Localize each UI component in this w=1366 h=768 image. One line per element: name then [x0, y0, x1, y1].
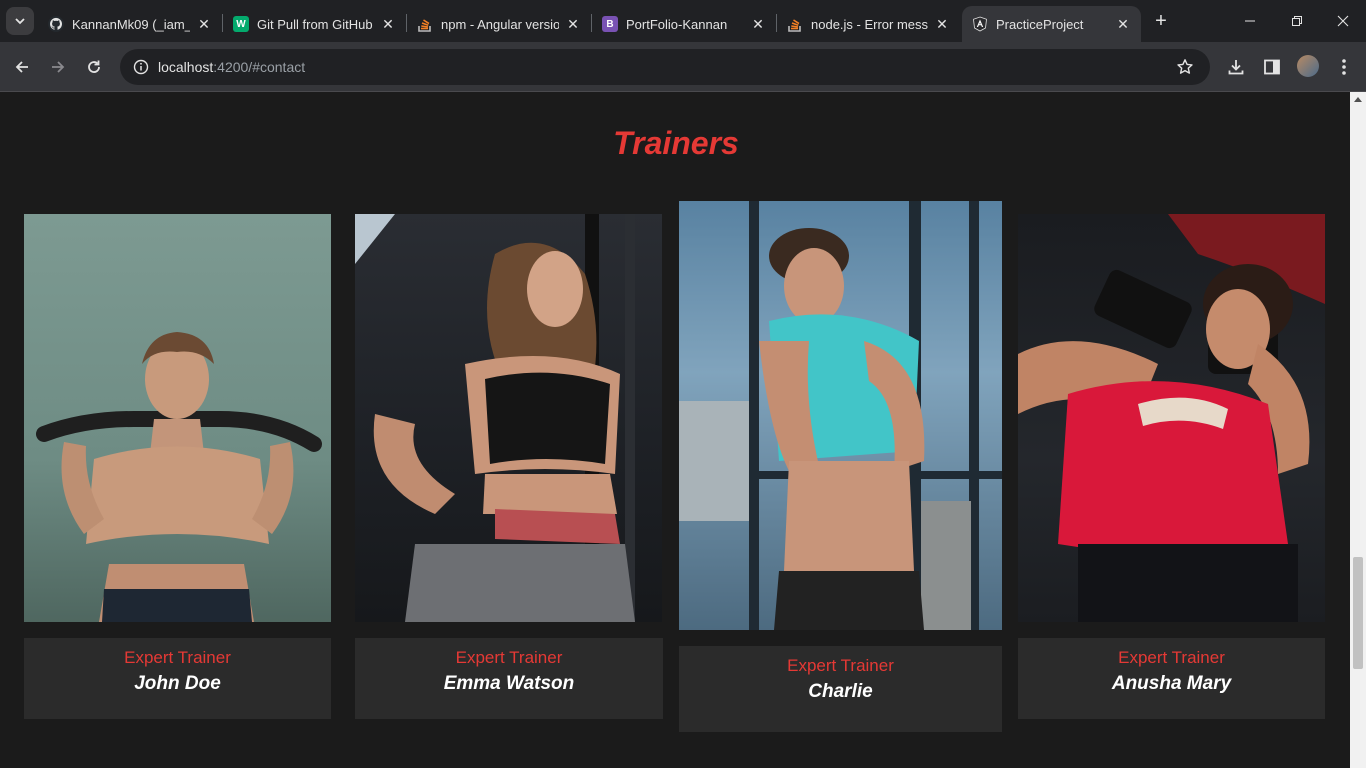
- stackoverflow-icon: [417, 16, 433, 32]
- tab-w3schools[interactable]: W Git Pull from GitHub ✕: [223, 6, 406, 42]
- bookmark-star-icon[interactable]: [1174, 56, 1196, 78]
- trainer-photo-art: [36, 332, 322, 622]
- new-tab-button[interactable]: +: [1150, 10, 1172, 32]
- trainer-card-info: Expert Trainer Anusha Mary: [1018, 638, 1325, 719]
- trainer-photo-art: [1018, 214, 1325, 622]
- side-panel-icon[interactable]: [1260, 55, 1284, 79]
- tab-title: KannanMk09 (_iam_m: [72, 16, 190, 32]
- trainer-role: Expert Trainer: [1118, 648, 1225, 667]
- tab-title: PortFolio-Kannan: [626, 16, 728, 32]
- download-icon[interactable]: [1224, 55, 1248, 79]
- scrollbar-thumb[interactable]: [1353, 557, 1363, 669]
- tab-stackoverflow-node[interactable]: node.js - Error messa ✕: [777, 6, 960, 42]
- reload-icon: [88, 60, 100, 73]
- trainer-photo: [1018, 214, 1325, 622]
- trainer-role: Expert Trainer: [455, 648, 563, 667]
- back-button[interactable]: [8, 53, 36, 81]
- trainer-photo: [679, 201, 1002, 630]
- arrow-left-icon: [15, 61, 28, 73]
- close-icon[interactable]: ✕: [380, 16, 396, 32]
- close-icon[interactable]: ✕: [565, 16, 581, 32]
- url-path: :4200/#contact: [213, 59, 306, 75]
- trainer-name: Anusha Mary: [1111, 673, 1232, 694]
- reload-button[interactable]: [80, 53, 108, 81]
- close-icon[interactable]: ✕: [1115, 16, 1131, 32]
- close-icon: [1337, 15, 1349, 27]
- tab-title: Git Pull from GitHub: [257, 16, 373, 32]
- tab-practiceproject[interactable]: PracticeProject ✕: [962, 6, 1141, 42]
- tab-search-button[interactable]: [6, 7, 34, 35]
- stackoverflow-icon: [787, 16, 803, 32]
- trainer-card-info: Expert Trainer Emma Watson: [355, 638, 663, 719]
- restore-button[interactable]: [1285, 9, 1309, 33]
- trainer-role: Expert Trainer: [787, 656, 894, 675]
- scroll-up-arrow-icon[interactable]: [1354, 97, 1362, 102]
- more-menu-icon[interactable]: [1332, 55, 1356, 79]
- github-icon: [48, 16, 64, 32]
- site-info-icon[interactable]: [130, 56, 152, 78]
- tab-title: npm - Angular version: [441, 16, 559, 32]
- url-text[interactable]: localhost:4200/#contact: [158, 59, 305, 75]
- trainer-card-info: Expert Trainer John Doe: [24, 638, 331, 719]
- minimize-icon: [1245, 20, 1255, 22]
- trainer-photo-art: [679, 201, 1002, 630]
- tab-strip: KannanMk09 (_iam_m ✕ W Git Pull from Git…: [0, 0, 1366, 42]
- trainer-card-info: Expert Trainer Charlie: [679, 646, 1002, 732]
- tab-title: PracticeProject: [996, 16, 1084, 32]
- tab-title: node.js - Error messa: [811, 16, 928, 32]
- close-icon[interactable]: ✕: [196, 16, 212, 32]
- trainer-role: Expert Trainer: [124, 648, 231, 667]
- chevron-down-icon: [15, 18, 25, 25]
- close-icon[interactable]: ✕: [934, 16, 950, 32]
- trainer-name: John Doe: [134, 673, 221, 694]
- trainer-photo: [355, 214, 662, 622]
- profile-avatar[interactable]: [1297, 55, 1319, 77]
- close-icon[interactable]: ✕: [750, 16, 766, 32]
- browser-toolbar: localhost:4200/#contact: [0, 42, 1366, 92]
- trainers-section: Trainers Expert Trainer John Doe Expert …: [0, 92, 1350, 768]
- trainer-name: Charlie: [808, 681, 873, 702]
- section-title: Trainers: [613, 125, 739, 161]
- close-window-button[interactable]: [1331, 9, 1355, 33]
- tab-github[interactable]: KannanMk09 (_iam_m ✕: [38, 6, 222, 42]
- bootstrap-icon: B: [602, 16, 618, 32]
- trainer-photo-art: [355, 214, 635, 622]
- url-host: localhost: [158, 59, 214, 75]
- restore-icon: [1292, 16, 1302, 26]
- minimize-button[interactable]: [1238, 9, 1262, 33]
- arrow-right-icon: [52, 61, 65, 73]
- w3schools-icon: W: [233, 16, 249, 32]
- forward-button[interactable]: [44, 53, 72, 81]
- address-bar[interactable]: localhost:4200/#contact: [120, 49, 1210, 85]
- angular-icon: [972, 16, 988, 32]
- tab-stackoverflow-angular[interactable]: npm - Angular version ✕: [407, 6, 591, 42]
- trainer-photo: [24, 214, 331, 622]
- tab-portfolio[interactable]: B PortFolio-Kannan ✕: [592, 6, 776, 42]
- trainer-name: Emma Watson: [443, 673, 575, 694]
- page-scrollbar[interactable]: [1350, 92, 1366, 768]
